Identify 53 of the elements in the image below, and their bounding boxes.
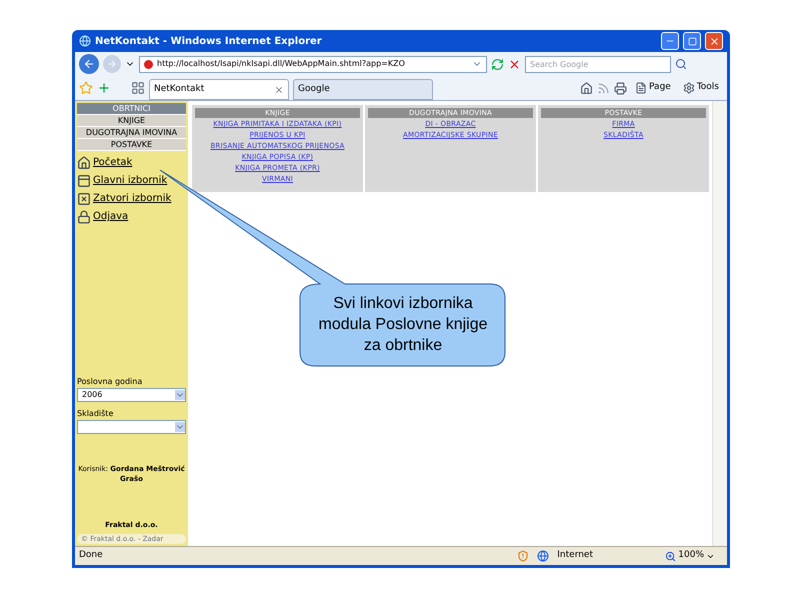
zoom-button[interactable]: 100%	[665, 549, 723, 563]
dropdown-arrow-icon	[175, 422, 185, 432]
sidebar-menu-item[interactable]: DUGOTRAJNA IMOVINA	[77, 127, 186, 139]
lock-icon	[77, 210, 91, 224]
house-icon	[77, 156, 91, 170]
search-icon[interactable]	[675, 58, 687, 70]
print-icon[interactable]	[614, 82, 628, 94]
back-button[interactable]	[79, 54, 99, 74]
window-close-icon	[77, 192, 91, 206]
field-label: Skladište	[77, 408, 114, 420]
dropdown-arrow-icon	[175, 390, 185, 400]
gear-icon	[682, 82, 695, 94]
field-label: Poslovna godina	[77, 376, 144, 388]
globe-icon	[537, 550, 550, 562]
status-text: Done	[79, 549, 104, 562]
year-select[interactable]: 2006	[77, 388, 186, 402]
browser-tab[interactable]: Google	[293, 79, 433, 100]
maximize-button[interactable]	[683, 32, 701, 50]
window-title: NetKontakt - Windows Internet Explorer	[95, 34, 322, 48]
toolbar-menu-button[interactable]: Tools	[678, 81, 723, 95]
warehouse-select[interactable]	[77, 420, 186, 434]
maximize-icon	[688, 36, 696, 46]
sidebar-link[interactable]: Početak	[93, 155, 132, 170]
site-icon	[144, 60, 153, 68]
sidebar-link[interactable]: Zatvori izbornik	[93, 191, 172, 206]
page-icon	[635, 82, 648, 94]
add-favorite-icon[interactable]	[97, 81, 111, 95]
scrollbar[interactable]	[712, 101, 727, 546]
browser-logo-icon	[79, 35, 91, 47]
forward-arrow-icon	[107, 59, 117, 69]
callout-text: Svi linkovi izbornika modula Poslovne knjige za obrtnike	[318, 294, 488, 356]
back-arrow-icon	[83, 58, 95, 70]
tab-grid-icon[interactable]	[131, 81, 145, 95]
zone-text: Internet	[557, 549, 594, 562]
browser-tab[interactable]: NetKontakt	[149, 79, 289, 100]
sidebar-menu-item[interactable]: KNJIGE	[77, 115, 186, 127]
zoom-icon	[665, 550, 676, 562]
home-icon[interactable]	[580, 82, 594, 94]
minimize-button[interactable]	[661, 32, 679, 50]
favorites-star-icon[interactable]	[79, 81, 93, 95]
search-field[interactable]: Search Google	[525, 56, 671, 72]
close-icon	[708, 36, 720, 46]
stop-icon[interactable]	[508, 58, 521, 70]
sidebar-link[interactable]: Odjava	[93, 209, 128, 224]
refresh-icon[interactable]	[491, 58, 504, 70]
window-icon	[77, 174, 91, 188]
address-field[interactable]: http://localhost/Isapi/nkIsapi.dll/WebAppMain.shtml?app=KZO	[139, 56, 487, 72]
sidebar-link[interactable]: Glavni izbornik	[93, 173, 168, 188]
security-icon	[517, 550, 530, 562]
close-tab-icon[interactable]	[274, 84, 284, 94]
close-button[interactable]	[705, 32, 723, 50]
toolbar-menu-button[interactable]: Page	[631, 81, 675, 95]
sidebar-menu-item[interactable]: POSTAVKE	[77, 139, 186, 151]
